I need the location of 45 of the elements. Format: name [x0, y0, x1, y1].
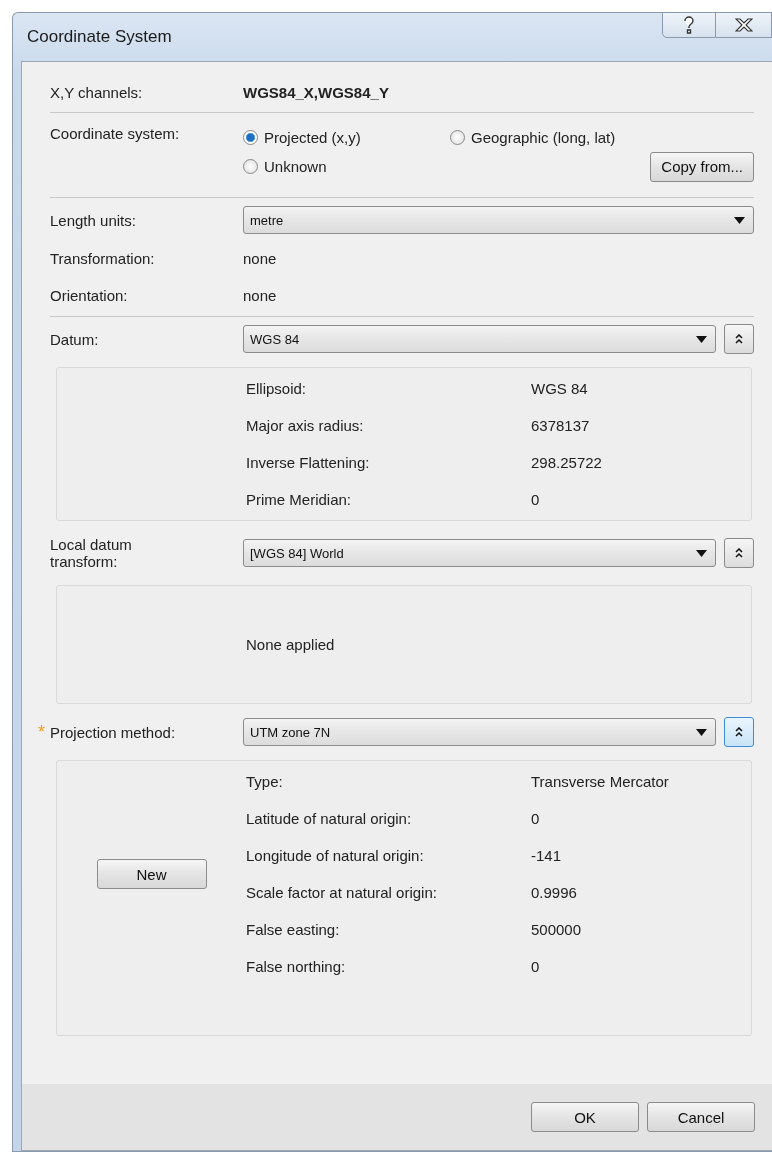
radio-option[interactable]: Unknown	[243, 158, 450, 175]
new-button[interactable]: New	[96, 859, 207, 889]
field-label: Transformation:	[50, 250, 156, 267]
property-value: -141	[531, 847, 563, 864]
dropdown[interactable]: WGS 84	[243, 325, 716, 353]
window-title: Coordinate System	[27, 27, 172, 47]
status-text: None applied	[246, 635, 336, 655]
property-label: Type:	[246, 773, 284, 790]
property-label: Scale factor at natural origin:	[246, 884, 438, 901]
property-label: Prime Meridian:	[246, 491, 353, 508]
property-label: False easting:	[246, 921, 341, 938]
property-label: Ellipsoid:	[246, 380, 308, 397]
property-value: WGS 84	[531, 380, 589, 397]
field-value: none	[243, 250, 277, 267]
dropdown[interactable]: UTM zone 7N	[243, 718, 716, 746]
field-label: Local datum transform:	[50, 536, 133, 570]
property-value: 6378137	[531, 417, 591, 434]
field-label: Datum:	[50, 330, 100, 348]
property-value: 0.9996	[531, 884, 578, 901]
property-label: Latitude of natural origin:	[246, 810, 413, 827]
property-value: 0	[531, 810, 541, 827]
field-label: X,Y channels:	[50, 83, 144, 101]
property-label: Major axis radius:	[246, 417, 365, 434]
radio-option[interactable]: Geographic (long, lat)	[450, 128, 754, 146]
property-value: 0	[531, 958, 541, 975]
field-value: none	[243, 287, 277, 304]
dropdown[interactable]: metre	[243, 206, 754, 234]
cancel-button[interactable]: Cancel	[647, 1102, 755, 1132]
property-label: False northing:	[246, 958, 347, 975]
property-value: 0	[531, 491, 541, 508]
property-label: Inverse Flattening:	[246, 454, 371, 471]
field-value: WGS84_X,WGS84_Y	[243, 83, 389, 101]
ok-button[interactable]: OK	[531, 1102, 639, 1132]
copy-from-button[interactable]: Copy from...	[650, 151, 754, 182]
dropdown[interactable]: [WGS 84] World	[243, 539, 716, 567]
radio-option[interactable]: Projected (x,y)	[243, 128, 450, 146]
property-value: 298.25722	[531, 454, 603, 471]
required-marker: *	[38, 721, 46, 743]
field-label: Projection method:	[50, 723, 177, 741]
field-label: Length units:	[50, 211, 137, 229]
property-value: Transverse Mercator	[531, 773, 670, 790]
property-value: 500000	[531, 921, 583, 938]
field-label: Coordinate system:	[50, 125, 181, 142]
property-label: Longitude of natural origin:	[246, 847, 425, 864]
field-label: Orientation:	[50, 287, 129, 304]
